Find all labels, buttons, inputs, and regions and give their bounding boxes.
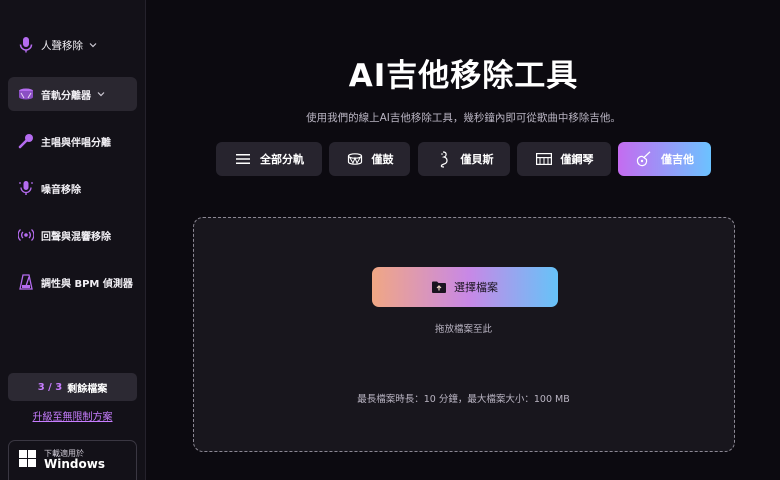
tab-label: 僅吉他 [661, 153, 694, 166]
tab-bass-only[interactable]: 僅貝斯 [418, 142, 510, 176]
sidebar-item-label: 音軌分離器 [41, 90, 91, 102]
sidebar-item-noise-remover[interactable]: 噪音移除 [8, 171, 137, 205]
drop-hint: 拖放檔案至此 [434, 324, 492, 335]
download-windows-button[interactable]: 下載適用於 Windows [8, 440, 137, 480]
chevron-down-icon [89, 42, 97, 48]
karaoke-mic-icon [17, 132, 35, 150]
choose-file-button[interactable]: 選擇檔案 [372, 267, 558, 307]
folder-upload-icon [432, 278, 446, 297]
sidebar-item-stem-splitter[interactable]: 音軌分離器 [8, 77, 137, 111]
sidebar-item-label: 回聲與混響移除 [41, 231, 111, 243]
upgrade-link[interactable]: 升級至無限制方案 [8, 408, 137, 423]
tab-drums-only[interactable]: 僅鼓 [329, 142, 410, 176]
tab-guitar-only[interactable]: 僅吉他 [618, 142, 711, 176]
file-limits-text: 最長檔案時長：10 分鐘，最大檔案大小：100 MB [357, 394, 570, 405]
chevron-down-icon [97, 91, 105, 97]
sidebar-item-vocal-remover[interactable]: 人聲移除 [8, 28, 137, 62]
tab-label: 僅鼓 [371, 153, 394, 166]
sidebar-item-echo-reverb[interactable]: 回聲與混響移除 [8, 218, 137, 252]
remaining-count: 3 / 3 [37, 381, 63, 393]
microphone-icon [17, 36, 35, 54]
menu-lines-icon [234, 150, 252, 168]
file-dropzone[interactable]: 選擇檔案 拖放檔案至此 最長檔案時長：10 分鐘，最大檔案大小：100 MB [193, 217, 735, 452]
sidebar-item-label: 人聲移除 [41, 39, 83, 52]
main-content: AI吉他移除工具 使用我們的線上AI吉他移除工具，幾秒鐘內即可從歌曲中移除吉他。… [147, 0, 780, 480]
drum-icon [346, 150, 364, 168]
tab-label: 僅鋼琴 [560, 153, 594, 166]
page-title: AI吉他移除工具 [348, 58, 579, 94]
sidebar-item-label: 調性與 BPM 偵測器 [41, 278, 133, 290]
drum-icon [17, 85, 35, 103]
metronome-icon [17, 273, 35, 291]
sidebar-item-lead-backing[interactable]: 主唱與伴唱分離 [8, 124, 137, 158]
sidebar: 人聲移除 音軌分離器 主唱與伴唱分離 噪音移除 回聲與混響移除 調性與 BPM … [0, 0, 146, 480]
bass-icon [435, 150, 453, 168]
noise-mic-icon [17, 179, 35, 197]
page-subtitle: 使用我們的線上AI吉他移除工具，幾秒鐘內即可從歌曲中移除吉他。 [306, 112, 621, 124]
tab-all-stems[interactable]: 全部分軌 [216, 142, 322, 176]
sidebar-item-label: 噪音移除 [41, 184, 81, 196]
piano-icon [535, 150, 553, 168]
sidebar-item-label: 主唱與伴唱分離 [41, 137, 111, 149]
remaining-label: 剩餘檔案 [67, 383, 108, 395]
tab-piano-only[interactable]: 僅鋼琴 [517, 142, 611, 176]
broadcast-icon [17, 226, 35, 244]
remaining-files-badge: 3 / 3 剩餘檔案 [8, 373, 137, 401]
guitar-icon [635, 150, 653, 168]
tab-label: 僅貝斯 [460, 153, 494, 166]
windows-logo-icon [19, 450, 36, 471]
sidebar-item-key-bpm[interactable]: 調性與 BPM 偵測器 [8, 265, 137, 299]
download-platform-label: Windows [44, 457, 105, 472]
choose-file-label: 選擇檔案 [454, 281, 498, 294]
tab-label: 全部分軌 [260, 153, 304, 166]
